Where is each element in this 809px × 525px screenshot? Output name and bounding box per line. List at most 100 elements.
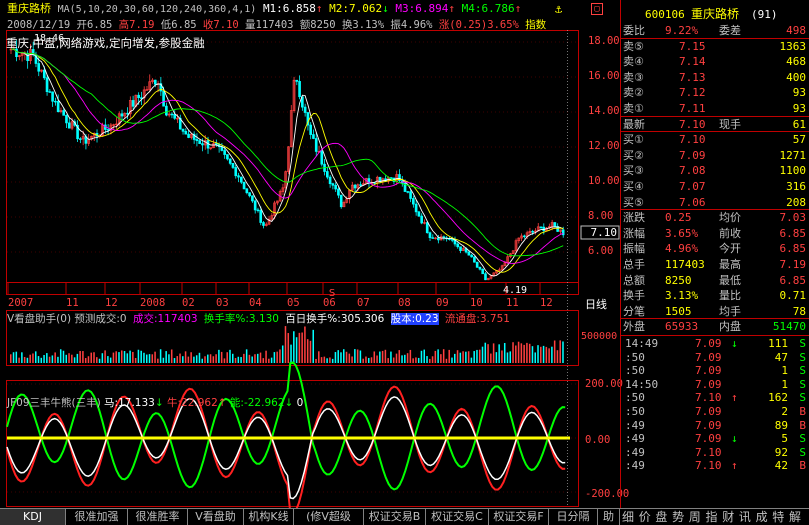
volume-panel-header: V看盘助手(0) 预测成交:0 成交:117403 换手率%:3.130 百日换… bbox=[7, 313, 510, 326]
tab-4[interactable]: 机构K线 bbox=[244, 509, 294, 525]
horse-value: 马:17.133 bbox=[104, 397, 155, 409]
header-line-2: 2008/12/19 开6.85 高7.19 低6.85 收7.10 量1174… bbox=[7, 19, 546, 32]
volume-bar bbox=[448, 349, 450, 363]
candle-body bbox=[37, 63, 41, 72]
volume-bar bbox=[46, 353, 48, 363]
volume-bar bbox=[193, 356, 195, 363]
header-line-1: 重庆路桥 MA(5,10,20,30,60,120,240,360,4,1) M… bbox=[7, 2, 521, 16]
volume-bar bbox=[537, 345, 539, 363]
tab-10[interactable]: 助 bbox=[598, 509, 620, 525]
volume-bar bbox=[198, 352, 201, 363]
bid-row: 买④ 7.07 316 bbox=[621, 179, 809, 194]
tab-3[interactable]: V看盘助手 bbox=[188, 509, 244, 525]
volume-bar bbox=[420, 350, 423, 363]
time-axis-tick: 07 bbox=[357, 297, 370, 309]
tab-7[interactable]: 权证交易C bbox=[426, 509, 489, 525]
volume-bar bbox=[473, 351, 475, 363]
volume-bar bbox=[526, 342, 528, 363]
side-panel-tab-6[interactable]: 财 bbox=[722, 509, 734, 525]
candle-body bbox=[62, 110, 66, 116]
stat-value: 7.19 bbox=[779, 258, 807, 271]
volume-bar bbox=[240, 357, 242, 363]
volume-bar bbox=[459, 352, 462, 363]
volume-bar bbox=[159, 349, 162, 363]
volume-bar bbox=[515, 345, 517, 363]
bid-row: 买① 7.10 57 bbox=[621, 132, 809, 147]
candle-body bbox=[406, 191, 410, 193]
tab-0[interactable]: KDJ bbox=[0, 509, 66, 525]
stats-row: 涨跌 0.25 均价 7.03 bbox=[621, 210, 809, 225]
side-panel-tab-4[interactable]: 周 bbox=[689, 509, 701, 525]
volume-panel-title: V看盘助手(0) 预测成交:0 bbox=[7, 313, 127, 325]
tab-1[interactable]: 很准加强 bbox=[66, 509, 128, 525]
stat-label: 换手 bbox=[623, 289, 645, 303]
candle-body bbox=[51, 91, 54, 102]
side-panel-tab-9[interactable]: 特 bbox=[772, 509, 784, 525]
stats-row: 换手 3.13% 量比 0.71 bbox=[621, 288, 809, 303]
volume-bar bbox=[442, 349, 445, 363]
side-panel-tab-10[interactable]: 解 bbox=[789, 509, 801, 525]
stat-value: 6.85 bbox=[779, 273, 807, 287]
side-panel-tab-2[interactable]: 盘 bbox=[655, 509, 667, 525]
volume-bar bbox=[340, 352, 342, 363]
candle-body bbox=[153, 79, 157, 85]
volume-bar bbox=[21, 352, 23, 363]
volume-bar bbox=[381, 350, 384, 363]
volume-bar bbox=[309, 340, 312, 363]
volume-bar bbox=[492, 343, 495, 363]
candle-body bbox=[425, 222, 429, 234]
volume-bar bbox=[509, 351, 512, 363]
candle-body bbox=[334, 184, 337, 190]
time-axis-tick: 11 bbox=[66, 297, 79, 309]
period-label[interactable]: 日线 bbox=[585, 298, 607, 311]
chart-canvas[interactable]: 7.10 S bbox=[0, 0, 620, 508]
tab-6[interactable]: 权证交易B bbox=[364, 509, 426, 525]
price-axis-tick: 10.00 bbox=[588, 175, 620, 187]
close-icon[interactable]: ▢ bbox=[591, 3, 603, 15]
time-axis-tick: 04 bbox=[249, 297, 262, 309]
time-axis-tick: 2007 bbox=[8, 297, 34, 309]
volume-bar bbox=[207, 354, 209, 363]
volume-bar bbox=[51, 355, 54, 363]
stat-label: 均手 bbox=[719, 304, 741, 318]
volume-bar bbox=[273, 352, 276, 363]
side-panel-tab-3[interactable]: 势 bbox=[672, 509, 684, 525]
stat-value: 3.65% bbox=[665, 226, 699, 240]
volume-bar bbox=[268, 358, 270, 363]
volume-bar bbox=[506, 352, 509, 363]
tick-time: :49 bbox=[625, 459, 645, 473]
tab-9[interactable]: 日分隔线 bbox=[549, 509, 598, 525]
tab-5[interactable]: (修V超级MACD bbox=[294, 509, 364, 525]
anchor-icon[interactable]: ⚓ bbox=[555, 3, 562, 16]
volume-bar bbox=[234, 357, 237, 363]
m2-arrow-icon: ↓ bbox=[382, 2, 389, 15]
volume-bar bbox=[409, 349, 412, 363]
bid-level-label: 买① bbox=[623, 133, 644, 147]
ask-volume: 93 bbox=[792, 86, 806, 100]
side-panel-tab-0[interactable]: 细 bbox=[622, 509, 634, 525]
volume-bar bbox=[129, 350, 131, 363]
volume-bar bbox=[26, 357, 29, 363]
index-button[interactable]: 指数 bbox=[525, 19, 546, 31]
volume-bar bbox=[176, 356, 179, 363]
volume-bar bbox=[109, 357, 112, 363]
zero-value: 0 bbox=[296, 397, 304, 409]
candle-body bbox=[417, 211, 421, 217]
volume-bar bbox=[48, 356, 51, 363]
side-panel-tab-1[interactable]: 价 bbox=[639, 509, 651, 525]
side-panel-tab-5[interactable]: 指 bbox=[706, 509, 718, 525]
stat-value: 0.71 bbox=[779, 289, 807, 303]
volume-bar bbox=[34, 351, 37, 363]
volume-bar bbox=[151, 354, 154, 363]
volume-bar bbox=[276, 351, 278, 363]
candle-body bbox=[201, 143, 204, 146]
side-panel-tab-7[interactable]: 讯 bbox=[739, 509, 751, 525]
tab-2[interactable]: 很准胜率 bbox=[128, 509, 188, 525]
candle-body bbox=[228, 158, 232, 164]
tab-8[interactable]: 权证交易F bbox=[489, 509, 549, 525]
volume-bar bbox=[65, 354, 68, 363]
outer-inner-row: 外盘 65933 内盘 51470 bbox=[621, 319, 809, 334]
side-panel-tab-8[interactable]: 成 bbox=[756, 509, 768, 525]
volume-bar bbox=[229, 349, 231, 363]
volume-bar bbox=[93, 352, 95, 363]
